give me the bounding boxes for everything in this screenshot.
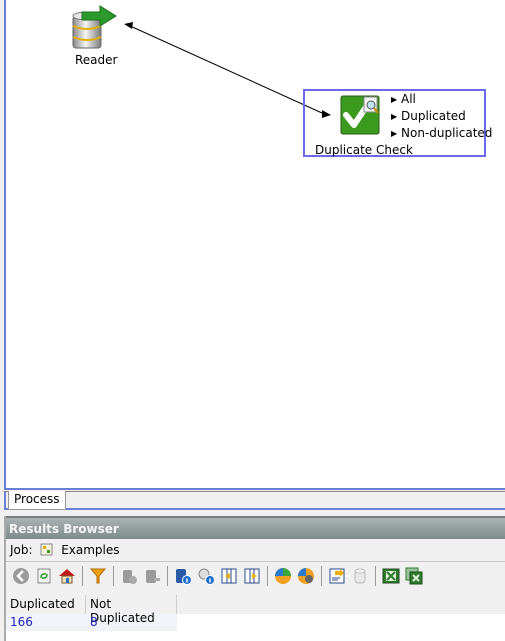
port-non-duplicated[interactable]: ▶ Non-duplicated <box>391 126 492 140</box>
job-name[interactable]: Examples <box>61 543 119 557</box>
database-reader-icon <box>72 5 117 49</box>
toolbar-separator <box>167 565 168 586</box>
columns-left-button[interactable] <box>218 565 240 587</box>
excel-export-button[interactable] <box>380 565 402 587</box>
back-icon <box>13 567 29 584</box>
report-button[interactable] <box>326 565 348 587</box>
results-toolbar <box>6 561 505 589</box>
port-all[interactable]: ▶ All <box>391 92 416 106</box>
column-header-duplicated[interactable]: Duplicated <box>6 595 86 614</box>
duplicate-check-label: Duplicate Check <box>315 143 413 157</box>
chart-settings-icon <box>298 567 314 584</box>
columns-left-icon <box>221 568 237 583</box>
results-table: Duplicated Not Duplicated 166 8 <box>6 595 505 641</box>
toolbar-separator <box>267 565 268 586</box>
cell-not-duplicated: 8 <box>90 615 98 629</box>
port-duplicated[interactable]: ▶ Duplicated <box>391 109 466 123</box>
port-arrow-icon: ▶ <box>391 95 398 104</box>
db-info-icon <box>176 568 192 585</box>
home-button[interactable] <box>56 565 78 587</box>
pie-chart-icon <box>275 567 291 584</box>
report-icon <box>329 568 345 583</box>
toolbar-separator <box>375 565 376 586</box>
toolbar-separator <box>82 565 83 586</box>
toolbar-separator <box>113 565 114 586</box>
pie-chart-button[interactable] <box>272 565 294 587</box>
back-button[interactable] <box>10 565 32 587</box>
chart-settings-button[interactable] <box>295 565 317 587</box>
table-row[interactable]: 166 8 <box>6 614 177 631</box>
canvas-tab-strip: Process <box>4 491 505 510</box>
port-arrow-icon: ▶ <box>391 112 398 121</box>
job-icon <box>40 543 53 556</box>
job-row: Job: Examples <box>6 539 505 561</box>
excel-multi-icon <box>405 567 423 584</box>
process-canvas-area: Reader ▶ All ▶ Duplicated ▶ Non-duplicated … <box>0 0 505 491</box>
cylinder-button[interactable] <box>349 565 371 587</box>
settings-info-button[interactable] <box>195 565 217 587</box>
settings-info-icon <box>198 568 215 585</box>
column-header-not-duplicated[interactable]: Not Duplicated <box>86 595 177 625</box>
toolbar-separator <box>321 565 322 586</box>
refresh-icon <box>37 568 51 583</box>
columns-right-icon <box>244 568 260 583</box>
results-browser-panel: Results Browser Job: Examples Duplicated… <box>4 516 505 641</box>
columns-right-button[interactable] <box>241 565 263 587</box>
duplicate-check-icon <box>340 95 380 135</box>
process-canvas[interactable] <box>4 0 505 490</box>
port-arrow-icon: ▶ <box>391 129 398 138</box>
tab-process[interactable]: Process <box>8 491 66 510</box>
reader-node-label: Reader <box>75 53 118 67</box>
home-icon <box>59 568 75 583</box>
filter-icon <box>89 568 107 583</box>
cell-duplicated: 166 <box>10 615 33 629</box>
db-export-button[interactable] <box>141 565 163 587</box>
excel-multi-export-button[interactable] <box>403 565 425 587</box>
reader-node[interactable] <box>70 4 120 52</box>
database-button[interactable] <box>118 565 140 587</box>
excel-icon <box>382 568 400 583</box>
db-info-button[interactable] <box>172 565 194 587</box>
cylinder-disabled-icon <box>354 568 366 583</box>
refresh-button[interactable] <box>33 565 55 587</box>
table-header: Duplicated Not Duplicated <box>6 595 505 625</box>
db-export-disabled-icon <box>146 569 160 583</box>
db-disabled-icon <box>123 569 137 584</box>
results-browser-title: Results Browser <box>6 516 505 539</box>
duplicate-check-node[interactable]: ▶ All ▶ Duplicated ▶ Non-duplicated Duplica… <box>303 89 492 157</box>
job-label: Job: <box>10 543 33 557</box>
filter-button[interactable] <box>87 565 109 587</box>
